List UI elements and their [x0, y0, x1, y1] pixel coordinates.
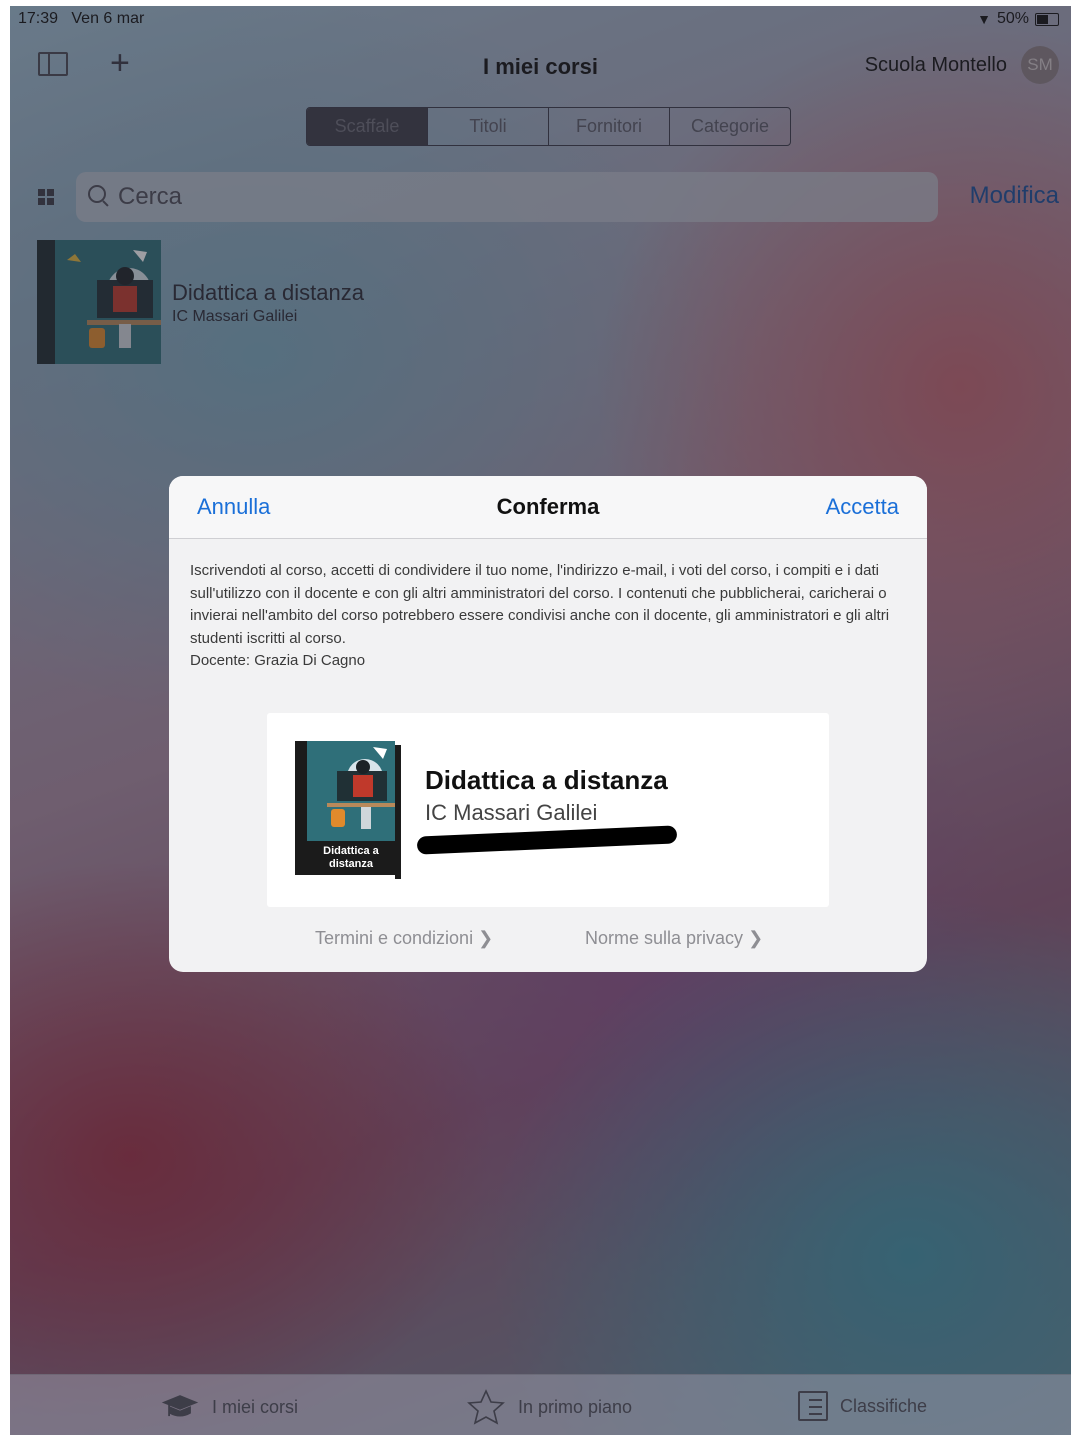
- terms-link[interactable]: Termini e condizioni ❯: [315, 928, 493, 949]
- tab-label: Classifiche: [840, 1395, 928, 1416]
- course-card: Didattica a distanza Didattica a distanz…: [267, 713, 829, 907]
- list-icon: [798, 1391, 828, 1421]
- redaction-mark: [416, 825, 678, 855]
- tab-my-courses[interactable]: I miei corsi: [160, 1391, 298, 1423]
- teacher-text: Docente: Grazia Di Cagno: [190, 652, 366, 669]
- card-course-school: IC Massari Galilei: [425, 800, 598, 825]
- dialog-title: Conferma: [496, 494, 600, 519]
- consent-text: Iscrivendoti al corso, accetti di condiv…: [190, 562, 890, 647]
- tab-label: In primo piano: [518, 1396, 633, 1417]
- privacy-link[interactable]: Norme sulla privacy ❯: [585, 928, 763, 949]
- book-cover-label: Didattica a distanza: [323, 845, 379, 870]
- tab-bar: I miei corsi In primo piano Classifiche: [10, 1374, 1071, 1435]
- tab-label: I miei corsi: [212, 1396, 299, 1417]
- star-icon: [466, 1389, 506, 1425]
- dialog-header: Annulla Conferma Accetta: [169, 476, 927, 539]
- card-course-title: Didattica a distanza: [425, 765, 668, 795]
- course-book-cover: Didattica a distanza: [295, 741, 401, 879]
- dialog-body: Iscrivendoti al corso, accetti di condiv…: [190, 560, 899, 673]
- chevron-right-icon: ❯: [748, 928, 764, 948]
- tab-featured[interactable]: In primo piano: [466, 1389, 633, 1425]
- accept-button[interactable]: Accetta: [826, 494, 899, 520]
- confirm-dialog: Annulla Conferma Accetta Iscrivendoti al…: [169, 476, 927, 972]
- graduation-cap-icon: [160, 1391, 200, 1423]
- dialog-links: Termini e condizioni ❯ Norme sulla priva…: [169, 928, 927, 954]
- tab-charts[interactable]: Classifiche: [798, 1391, 927, 1421]
- chevron-right-icon: ❯: [478, 928, 494, 948]
